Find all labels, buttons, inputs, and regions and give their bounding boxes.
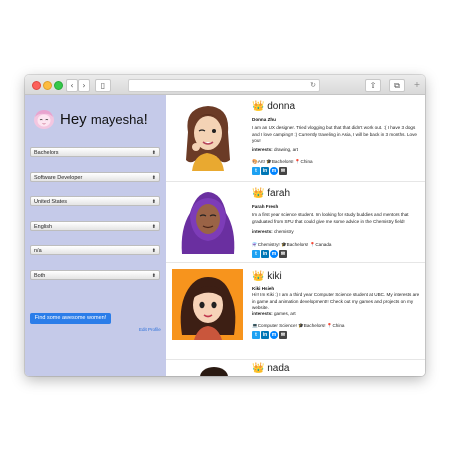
social-links: t in m ✉ [252,167,288,175]
profile-name: 👑 nada [252,363,290,374]
linkedin-icon[interactable]: in [261,331,269,339]
profile-full-name: Farah Fresh [252,204,279,209]
social-links: t in m ✉ [252,331,288,339]
zoom-window-button[interactable] [54,81,63,90]
language-select[interactable]: English ⬍ [30,221,160,231]
profile-interests: interests: games, art [252,311,296,316]
mail-icon[interactable]: ✉ [279,250,287,258]
degree-select-value: Bachelors [34,150,59,156]
filter-sidebar: Hey mayesha! Bachelors ⬍ Software Develop… [25,95,166,376]
browser-window: ‹ › ▯ ↻ ⇧ ⧉ + Hey mayesha! Bachelors ⬍ So… [25,75,425,376]
close-window-button[interactable] [32,81,41,90]
greeting-heading: Hey mayesha! [60,111,148,128]
greeting-word: Hey [60,111,87,128]
crown-icon: 👑 [252,363,265,374]
sidebar-toggle-button[interactable]: ▯ [95,79,111,92]
profile-name: 👑 kiki [252,271,282,282]
messenger-icon[interactable]: m [270,331,278,339]
browser-titlebar: ‹ › ▯ ↻ ⇧ ⧉ + [25,75,425,95]
find-women-button[interactable]: Find some awesome women! [30,313,111,324]
profile-bio: I am an UX designer. Tried vlogging but … [252,125,417,143]
profile-tags: ⚗️Chemistry! 🎓Bachelors! 📍Canada [252,242,332,247]
edit-profile-link[interactable]: Edit Profile [139,327,161,332]
role-select-value: Both [34,273,46,279]
donna-portrait [172,100,243,171]
profile-full-name: Donna Zhu [252,117,276,122]
occupation-select[interactable]: Software Developer ⬍ [30,172,160,182]
country-select[interactable]: United States ⬍ [30,196,160,206]
greeting-exclaim: ! [143,111,148,128]
card-divider [166,181,425,182]
twitter-icon[interactable]: t [252,331,260,339]
profile-name: 👑 donna [252,101,296,112]
profile-name: 👑 farah [252,188,291,199]
back-button[interactable]: ‹ [66,79,78,92]
profile-full-name: Kiki Hsieh [252,286,275,291]
profile-bio: Im a first year science student. Im look… [252,212,409,224]
select-arrows-icon: ⬍ [151,224,156,230]
card-divider [166,262,425,263]
profile-list: 👑 donna Donna Zhu I am an UX designer. T… [166,95,425,376]
profile-tags: 💻Computer Science! 🎓Bachelors! 📍China [252,323,345,328]
profile-bio: Hi!! Im Kiki :) I am a third year Comput… [252,292,420,310]
linkedin-icon[interactable]: in [261,167,269,175]
social-links: t in m ✉ [252,250,288,258]
select-arrows-icon: ⬍ [151,273,156,279]
messenger-icon[interactable]: m [270,250,278,258]
profile-tags: 🎨Art! 🎓Bachelors! 📍China [252,159,313,164]
nada-portrait [200,367,228,376]
country-select-value: United States [34,199,68,205]
interest-select[interactable]: n/a ⬍ [30,245,160,255]
forward-button[interactable]: › [78,79,90,92]
crown-icon: 👑 [252,271,265,282]
twitter-icon[interactable]: t [252,167,260,175]
messenger-icon[interactable]: m [270,167,278,175]
mail-icon[interactable]: ✉ [279,167,287,175]
crown-icon: 👑 [252,101,265,112]
linkedin-icon[interactable]: in [261,250,269,258]
language-select-value: English [34,224,53,230]
crown-icon: 👑 [252,188,265,199]
user-avatar [34,110,54,129]
share-button[interactable]: ⇧ [365,79,381,92]
minimize-window-button[interactable] [43,81,52,90]
profile-interests: interests: drawing, art [252,147,298,152]
reload-icon[interactable]: ↻ [310,80,316,91]
select-arrows-icon: ⬍ [151,175,156,181]
address-bar[interactable]: ↻ [128,79,320,92]
new-tab-button[interactable]: + [412,79,422,90]
username: mayesha [90,112,144,127]
role-select[interactable]: Both ⬍ [30,270,160,280]
degree-select[interactable]: Bachelors ⬍ [30,147,160,157]
occupation-select-value: Software Developer [34,175,83,181]
profile-interests: interests: chemistry [252,229,294,234]
farah-portrait [172,183,243,254]
kiki-portrait [172,269,243,340]
select-arrows-icon: ⬍ [151,199,156,205]
tabs-button[interactable]: ⧉ [389,79,405,92]
mail-icon[interactable]: ✉ [279,331,287,339]
interest-select-value: n/a [34,248,42,254]
select-arrows-icon: ⬍ [151,248,156,254]
card-divider [166,359,425,360]
twitter-icon[interactable]: t [252,250,260,258]
select-arrows-icon: ⬍ [151,150,156,156]
